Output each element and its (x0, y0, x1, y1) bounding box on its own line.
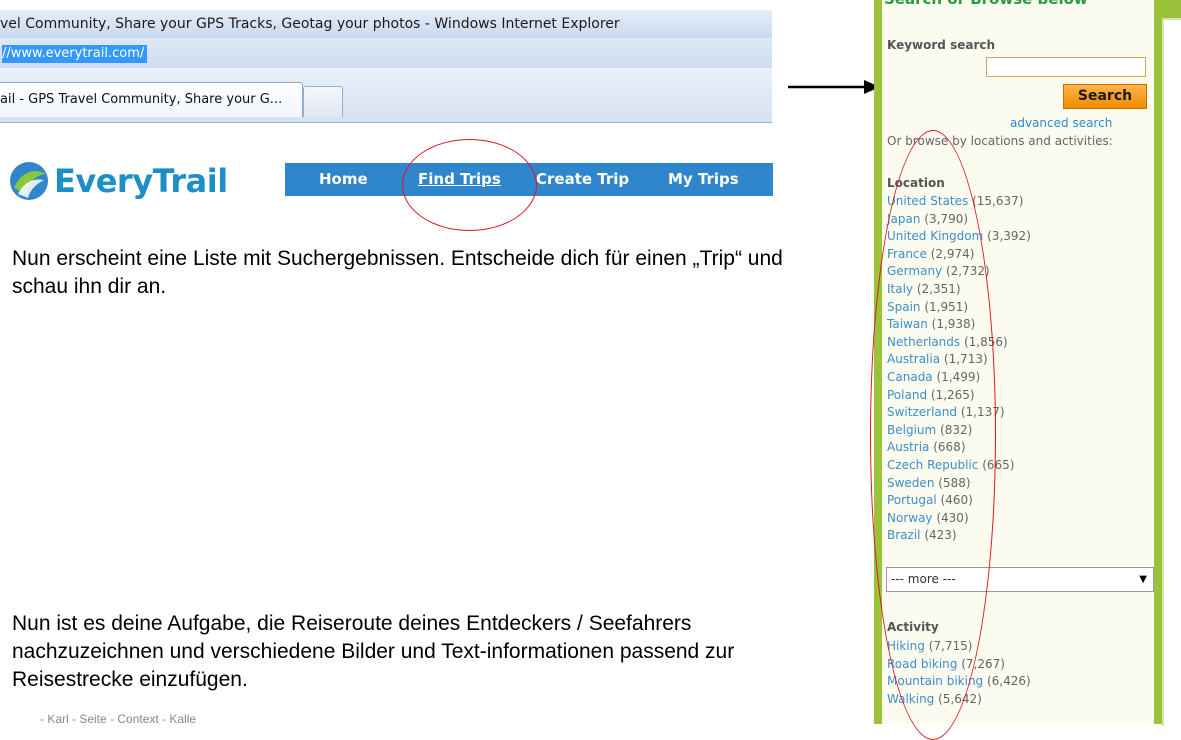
address-url[interactable]: //www.everytrail.com/ (2, 45, 148, 63)
nav-my-trips[interactable]: My Trips (668, 170, 739, 188)
annotation-circle (402, 139, 537, 231)
window-title: vel Community, Share your GPS Tracks, Ge… (0, 16, 620, 32)
tab-bar: ail - GPS Travel Community, Share your G… (0, 68, 772, 123)
search-button[interactable]: Search (1063, 84, 1147, 109)
annotation-ellipse (870, 130, 996, 740)
nav-home[interactable]: Home (319, 170, 368, 188)
address-bar[interactable]: //www.everytrail.com/ (0, 38, 772, 69)
instruction-paragraph-2: Nun ist es deine Aufgabe, die Reiseroute… (12, 612, 735, 691)
instruction-paragraph-1: Nun erscheint eine Liste mit Suchergebni… (12, 247, 783, 298)
panel-header: Search or Browse below (884, 0, 1154, 8)
logo-icon (10, 162, 48, 200)
advanced-search-link[interactable]: advanced search (1010, 116, 1112, 130)
browser-tab-label: ail - GPS Travel Community, Share your G… (0, 92, 283, 107)
pointer-arrow-icon (788, 80, 880, 94)
keyword-search-input[interactable] (986, 57, 1146, 77)
location-count: (15,637) (972, 194, 1024, 208)
new-tab-button[interactable] (303, 86, 343, 117)
results-area (1162, 18, 1181, 726)
browser-tab[interactable]: ail - GPS Travel Community, Share your G… (0, 82, 303, 117)
nav-create-trip[interactable]: Create Trip (536, 170, 629, 188)
keyword-search-label: Keyword search (887, 38, 996, 52)
everytrail-logo[interactable]: EveryTrail (8, 160, 228, 202)
chevron-down-icon: ▼ (1139, 574, 1147, 585)
location-count: (3,392) (987, 229, 1031, 244)
logo-wordmark: EveryTrail (54, 162, 228, 200)
browser-title-bar: vel Community, Share your GPS Tracks, Ge… (0, 10, 772, 39)
activity-count: (6,426) (987, 674, 1031, 689)
